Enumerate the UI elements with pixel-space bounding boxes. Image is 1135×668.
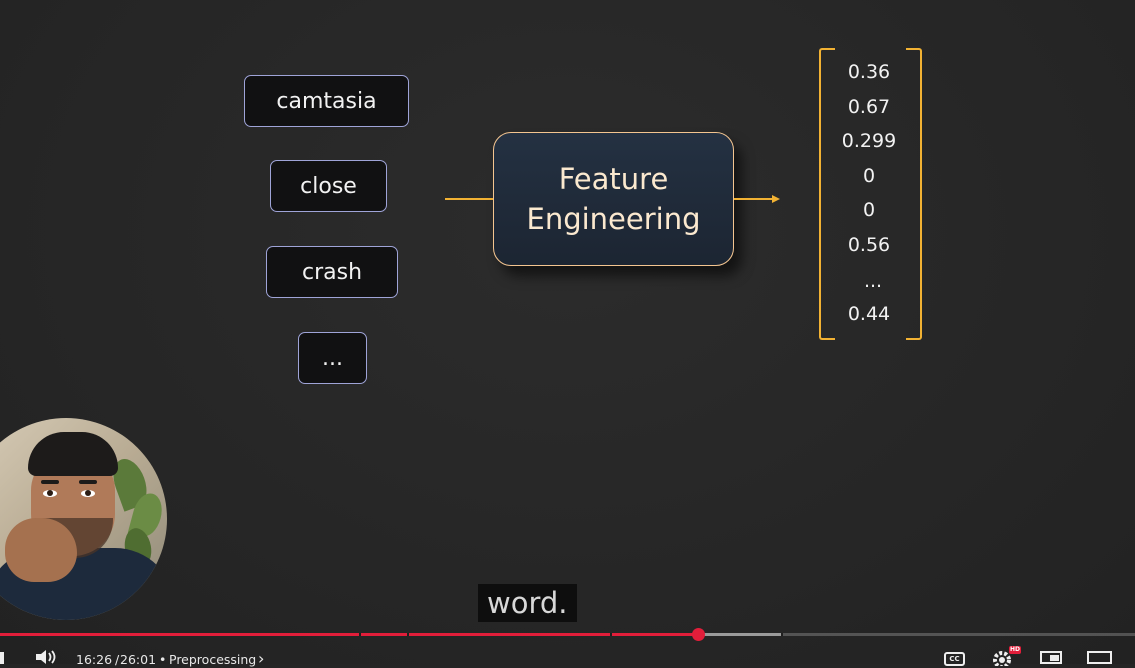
chapter-marker [359, 633, 361, 636]
vector-value: 0 [862, 165, 876, 187]
vector-bracket-left [819, 48, 835, 340]
vector-bracket-right [906, 48, 922, 340]
vector-value: 0.44 [847, 303, 891, 325]
volume-icon[interactable] [35, 650, 59, 664]
word-token-close: close [270, 160, 387, 212]
progress-played [0, 633, 699, 636]
word-token-camtasia: camtasia [244, 75, 409, 127]
chapter-title[interactable]: Preprocessing [169, 652, 256, 667]
output-arrow-head [772, 195, 780, 203]
presenter-webcam [0, 418, 167, 620]
vector-value: 0.67 [847, 96, 891, 118]
input-arrow [445, 198, 493, 200]
word-token-crash: crash [266, 246, 398, 298]
subtitle-caption: word. [478, 584, 577, 622]
chapter-marker [610, 633, 612, 636]
vector-value: 0 [862, 199, 876, 221]
vector-value: 0.299 [841, 130, 897, 152]
player-controls: 16:26 / 26:01 • Preprocessing › CC HD [0, 640, 1135, 668]
hd-badge: HD [1009, 646, 1022, 654]
theater-mode-icon[interactable] [1087, 651, 1112, 664]
video-frame[interactable]: camtasia close crash ... Feature Enginee… [0, 0, 1135, 664]
chapter-bullet: • [159, 652, 167, 667]
feature-engineering-box: Feature Engineering [493, 132, 734, 266]
output-arrow [734, 198, 772, 200]
chapter-chevron-icon[interactable]: › [258, 649, 264, 668]
miniplayer-icon[interactable] [1040, 651, 1062, 664]
vector-value: ... [863, 270, 883, 292]
vector-value: 0.36 [847, 61, 891, 83]
time-current: 16:26 [76, 652, 113, 667]
process-label-line1: Feature [558, 162, 669, 196]
chapter-marker [781, 633, 783, 636]
time-total: 26:01 [120, 652, 157, 667]
word-token-ellipsis: ... [298, 332, 367, 384]
vector-value: 0.56 [847, 234, 891, 256]
next-icon[interactable] [0, 652, 4, 664]
process-label-line2: Engineering [526, 202, 701, 236]
time-separator: / [115, 652, 120, 667]
chapter-marker [407, 633, 409, 636]
